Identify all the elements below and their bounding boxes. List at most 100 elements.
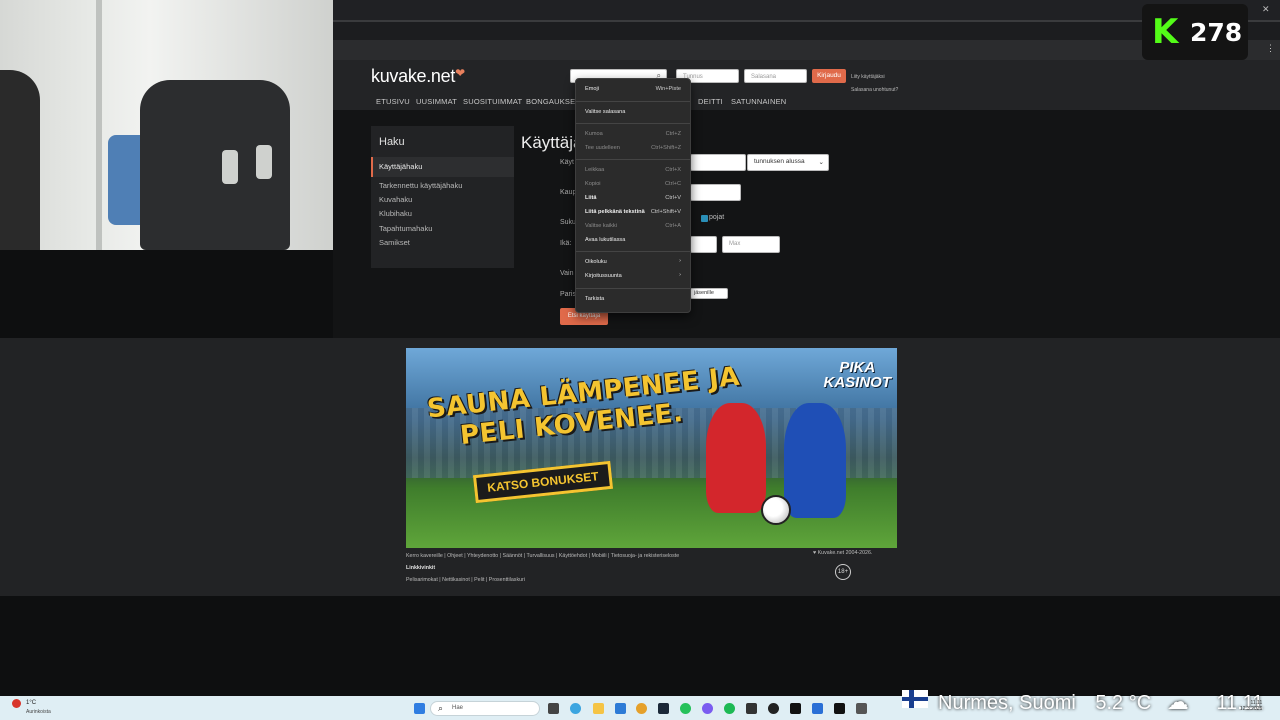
sidebar-item-kuvahaku[interactable]: Kuvahaku	[379, 195, 412, 204]
sidebar-item-klubihaku[interactable]: Klubihaku	[379, 209, 412, 218]
form-label-only: Vain	[560, 270, 574, 277]
menu-item-cut[interactable]: Leikkaa	[585, 167, 604, 173]
partner-link[interactable]: Prosenttilaskuri	[489, 577, 525, 583]
shortcut-undo: Ctrl+Z	[665, 131, 681, 137]
partner-link[interactable]: Nettikasinot	[442, 577, 470, 583]
partner-link[interactable]: Pelisarimokat	[406, 577, 438, 583]
footer-link[interactable]: Kerro kavereille	[406, 553, 443, 559]
select-value: tunnuksen alussa	[754, 158, 805, 165]
address-bar[interactable]	[333, 40, 1280, 60]
app-icon[interactable]	[812, 703, 823, 714]
age-max-input[interactable]: Max	[722, 236, 780, 253]
sidebar-item-tapahtumahaku[interactable]: Tapahtumahaku	[379, 224, 432, 233]
ad-banner[interactable]: SAUNA LÄMPENEE JA PELI KOVENEE. KATSO BON…	[406, 348, 897, 548]
chair-slot	[256, 145, 272, 179]
system-clock[interactable]: 11.11 12.3.2026	[1240, 700, 1262, 712]
nav-deitti[interactable]: DEITTI	[698, 97, 723, 106]
app-icon[interactable]	[746, 703, 757, 714]
app-icon[interactable]	[856, 703, 867, 714]
join-link[interactable]: Liity käyttäjäksi	[851, 74, 885, 80]
footer-link[interactable]: Käyttöehdot	[559, 553, 587, 559]
login-button[interactable]: Kirjaudu	[812, 69, 846, 83]
boys-checkbox[interactable]	[701, 215, 708, 222]
menu-item-reader-mode[interactable]: Avaa lukutilassa	[585, 237, 625, 243]
weather-desc: Aurinkoista	[26, 709, 51, 715]
password-field[interactable]: Salasana	[744, 69, 807, 83]
flag-cross-horizontal	[902, 697, 928, 701]
forgot-password-link[interactable]: Salasana unohtunut?	[851, 87, 898, 93]
menu-separator	[576, 101, 690, 102]
location-text: Nurmes, Suomi	[938, 692, 1076, 714]
shortcut-redo: Ctrl+Shift+Z	[651, 145, 681, 151]
player-blue	[784, 403, 846, 518]
partners-title: Linkkivinkit	[406, 565, 436, 571]
sidebar-title: Haku	[379, 136, 405, 148]
app-icon[interactable]	[790, 703, 801, 714]
site-logo[interactable]: kuvake.net❤	[371, 66, 465, 87]
copilot-icon[interactable]	[570, 703, 581, 714]
menu-item-select-password[interactable]: Valitse salasana	[585, 109, 625, 115]
shortcut-copy: Ctrl+C	[664, 181, 681, 187]
shortcut-cut: Ctrl+X	[665, 167, 681, 173]
door-frame	[96, 0, 102, 250]
logo-text: kuvake.net	[371, 66, 456, 86]
menu-dots-icon[interactable]: ⋮	[1266, 43, 1275, 54]
stream-location-overlay: Nurmes, Suomi 5.2 °C ☁ 11.11	[938, 689, 1263, 715]
x-icon[interactable]	[834, 703, 845, 714]
footer-link[interactable]: Yhteydenotto	[467, 553, 498, 559]
footer-link[interactable]: Turvallisuus	[527, 553, 555, 559]
menu-item-undo[interactable]: Kumoa	[585, 131, 603, 137]
footer-link[interactable]: Ohjeet	[447, 553, 463, 559]
sidebar-item-samikset[interactable]: Samikset	[379, 238, 410, 247]
footer-link[interactable]: Mobiili	[592, 553, 607, 559]
menu-item-inspect[interactable]: Tarkista	[585, 296, 604, 302]
sidebar-item-kayttajahaku[interactable]: Käyttäjähaku	[379, 162, 422, 171]
file-explorer-icon[interactable]	[593, 703, 604, 714]
nav-bongaukset[interactable]: BONGAUKSET	[526, 97, 580, 106]
weather-temp[interactable]: 1°C	[26, 700, 36, 706]
close-window-button[interactable]: ✕	[1262, 4, 1270, 15]
chair-slot	[222, 150, 238, 184]
sidebar-item-tarkennettu[interactable]: Tarkennettu käyttäjähaku	[379, 181, 462, 190]
menu-item-spellcheck[interactable]: Oikoluku	[585, 259, 607, 265]
chevron-down-icon: ⌄	[818, 159, 824, 166]
footer-link[interactable]: Säännöt	[503, 553, 523, 559]
select-value: jäsenille	[694, 290, 714, 296]
start-windows-icon[interactable]	[414, 703, 425, 714]
taskbar-search[interactable]: ⌕ Hae	[430, 701, 540, 716]
nav-uusimmat[interactable]: UUSIMMAT	[416, 97, 457, 106]
age-min-input[interactable]	[690, 236, 717, 253]
partner-select[interactable]: jäsenille	[690, 288, 728, 299]
whatsapp-icon[interactable]	[680, 703, 691, 714]
nav-satunnainen[interactable]: SATUNNAINEN	[731, 97, 786, 106]
brand-line1: PIKA	[839, 359, 876, 376]
form-label-city: Kaup	[560, 189, 577, 196]
tab-strip	[333, 22, 1280, 40]
browser-titlebar	[333, 0, 1280, 20]
menu-item-writing-direction[interactable]: Kirjoitussuunta	[585, 273, 622, 279]
steam-icon[interactable]	[658, 703, 669, 714]
task-view-icon[interactable]	[548, 703, 559, 714]
menu-item-paste-plain[interactable]: Liitä pelkkänä tekstinä	[585, 209, 645, 215]
nav-suosituimmat[interactable]: SUOSITUIMMAT	[463, 97, 522, 106]
partner-link[interactable]: Pelit	[474, 577, 484, 583]
search-placeholder: Hae	[452, 705, 464, 711]
mail-icon[interactable]	[615, 703, 626, 714]
footer-link[interactable]: Tietosuoja- ja rekisteriseloste	[611, 553, 679, 559]
username-search-input[interactable]	[690, 154, 746, 171]
nav-etusivu[interactable]: ETUSIVU	[376, 97, 410, 106]
partner-links: Pelisarimokat | Nettikasinot | Pelit | P…	[406, 577, 525, 583]
app-icon[interactable]	[768, 703, 779, 714]
username-mode-select[interactable]: tunnuksen alussa ⌄	[747, 154, 829, 171]
form-label-partner: Paris	[560, 291, 576, 298]
spotify-icon[interactable]	[724, 703, 735, 714]
discord-icon[interactable]	[702, 703, 713, 714]
city-input[interactable]	[690, 184, 741, 201]
menu-item-redo[interactable]: Tee uudelleen	[585, 145, 620, 151]
menu-item-copy[interactable]: Kopioi	[585, 181, 601, 187]
menu-item-emoji[interactable]: Emoji	[585, 86, 599, 92]
chrome-icon[interactable]	[636, 703, 647, 714]
weather-alert-icon	[12, 699, 21, 708]
menu-item-paste[interactable]: Liitä	[585, 195, 597, 201]
menu-item-select-all[interactable]: Valitse kaikki	[585, 223, 617, 229]
